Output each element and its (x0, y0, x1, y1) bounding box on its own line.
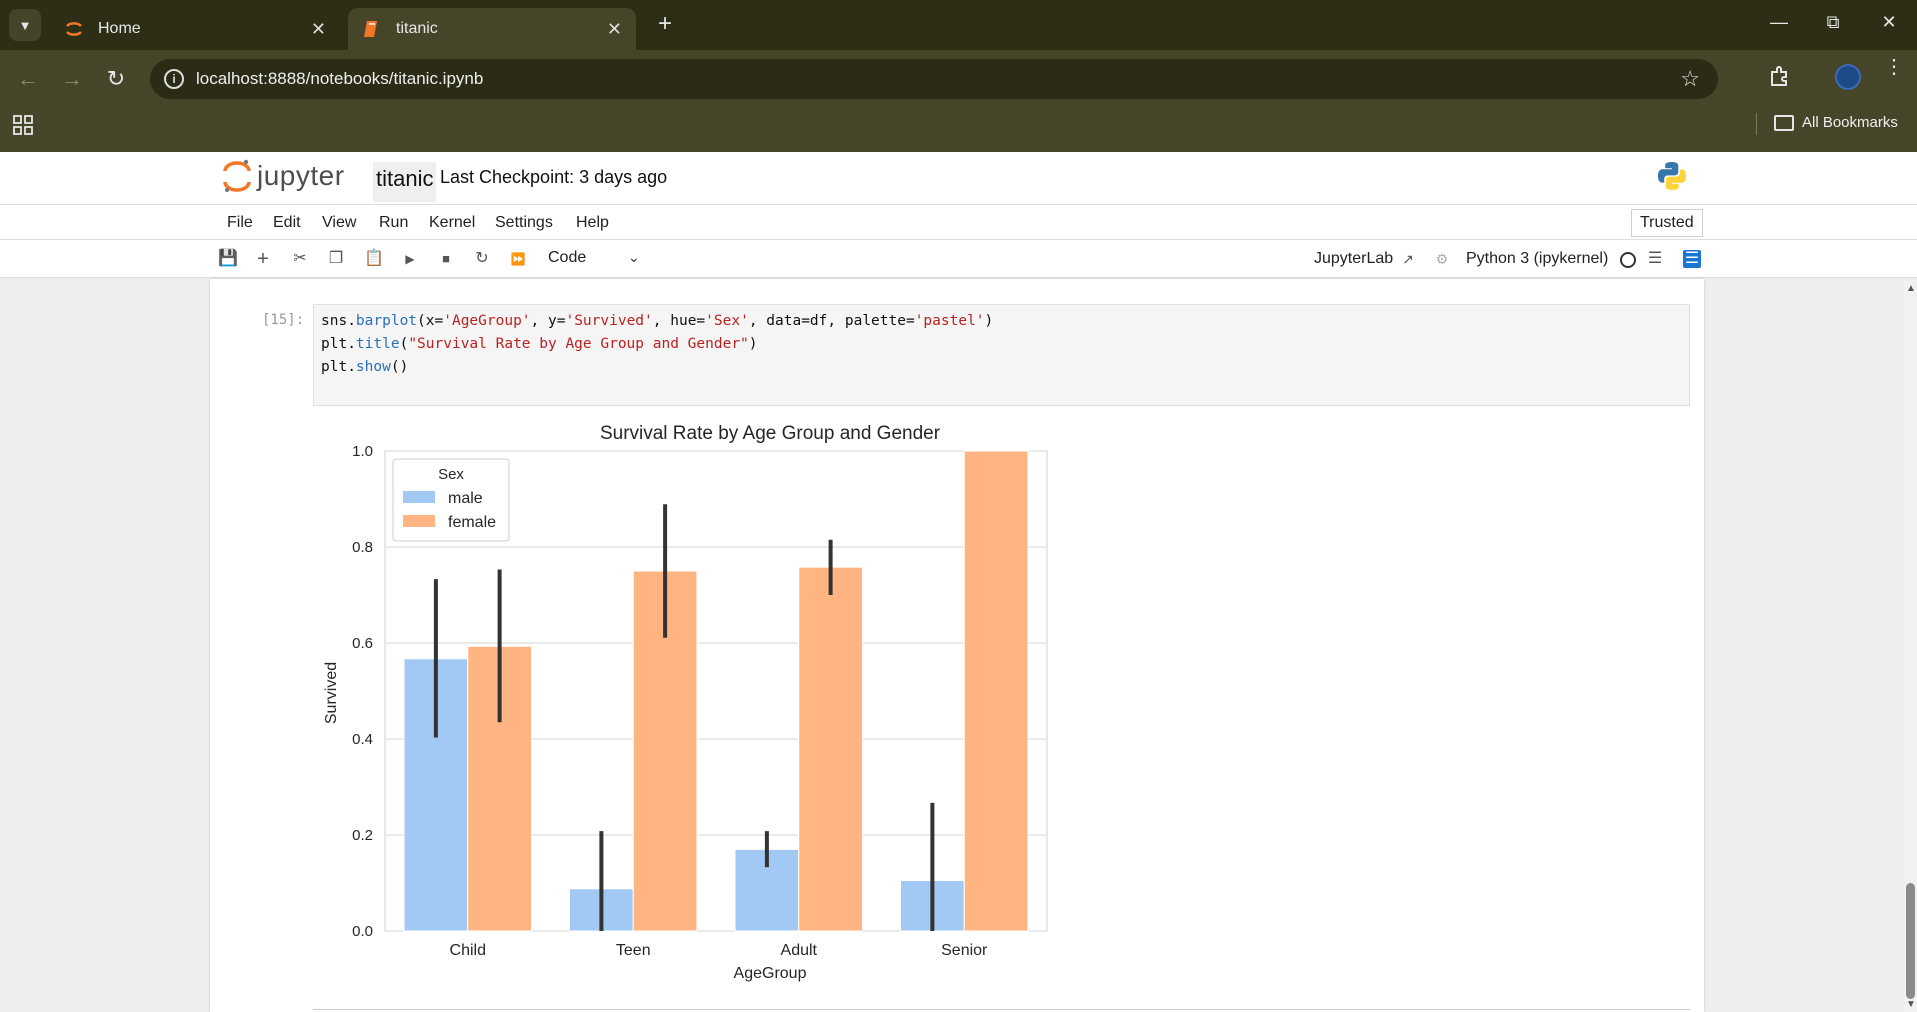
stop-icon[interactable]: ■ (437, 250, 455, 268)
survival-barplot: Survival Rate by Age Group and Gender 0.… (323, 423, 1048, 982)
scrollbar-thumb[interactable] (1906, 883, 1915, 999)
legend-label-male: male (448, 490, 483, 507)
kernel-status-icon (1620, 252, 1636, 268)
browser-tab-bar: ▼ Home ✕ titanic ✕ + — ⧉ ✕ (0, 0, 1917, 50)
tab-search-chevron-icon[interactable]: ▼ (9, 9, 41, 41)
y-tick-label: 0.4 (352, 731, 373, 748)
y-tick-label: 0.8 (352, 539, 373, 556)
x-tick-label: Senior (941, 942, 988, 959)
y-tick-label: 0.6 (352, 635, 373, 652)
url-text[interactable]: localhost:8888/notebooks/titanic.ipynb (196, 69, 483, 89)
menu-file[interactable]: File (227, 214, 253, 232)
code-line-1: sns.barplot(x='AgeGroup', y='Survived', … (321, 313, 994, 329)
last-checkpoint: Last Checkpoint: 3 days ago (440, 167, 668, 187)
notebook-tab-icon (364, 21, 377, 37)
back-icon[interactable]: ← (15, 67, 41, 91)
profile-avatar[interactable] (1835, 64, 1861, 90)
code-line-2: plt.title("Survival Rate by Age Group an… (321, 336, 758, 352)
legend-label-female: female (448, 514, 496, 531)
vertical-scrollbar[interactable]: ▲ ▼ (1904, 279, 1917, 1012)
y-tick-label: 0.2 (352, 827, 373, 844)
toc-icon[interactable]: ☰ (1646, 250, 1664, 268)
code-line-3: plt.show() (321, 359, 409, 375)
restart-icon[interactable]: ↻ (473, 250, 491, 268)
tab-home-label: Home (98, 20, 141, 37)
new-tab-icon[interactable]: + (652, 12, 678, 38)
debugger-icon[interactable]: ⚙ (1433, 250, 1451, 268)
copy-icon[interactable]: ❐ (327, 250, 345, 268)
chevron-down-icon[interactable]: ⌄ (628, 249, 640, 266)
external-link-icon[interactable]: ↗ (1399, 250, 1417, 268)
tab-titanic[interactable]: titanic ✕ (348, 8, 636, 50)
tab-titanic-label: titanic (396, 20, 438, 37)
restore-icon[interactable]: ⧉ (1818, 12, 1848, 33)
bookmarks-separator (1756, 113, 1757, 135)
notebook-title[interactable]: titanic (373, 162, 437, 202)
kernel-name[interactable]: Python 3 (ipykernel) (1466, 250, 1608, 268)
x-tick-label: Teen (616, 942, 651, 959)
forward-icon[interactable]: → (59, 67, 85, 91)
chart-title: Survival Rate by Age Group and Gender (600, 423, 941, 444)
menu-view[interactable]: View (322, 214, 356, 232)
tab-home[interactable]: Home ✕ (50, 8, 340, 50)
all-bookmarks-label: All Bookmarks (1802, 114, 1898, 131)
menu-edit[interactable]: Edit (273, 214, 301, 232)
address-bar[interactable]: i localhost:8888/notebooks/titanic.ipynb… (150, 59, 1718, 99)
close-icon[interactable]: ✕ (311, 19, 326, 40)
cell-prompt: [15]: (262, 312, 305, 328)
browser-menu-icon[interactable]: ⋮ (1884, 57, 1904, 77)
bookmarks-bar (0, 108, 1917, 152)
browser-toolbar: ← → ↻ i localhost:8888/notebooks/titanic… (0, 50, 1917, 108)
jupyter-logo[interactable]: jupyter (223, 158, 345, 194)
reload-icon[interactable]: ↻ (103, 67, 129, 91)
legend-title: Sex (438, 466, 464, 483)
menu-kernel[interactable]: Kernel (429, 214, 475, 232)
extensions-icon[interactable] (1768, 64, 1792, 88)
menu-settings[interactable]: Settings (495, 214, 553, 232)
scroll-up-icon[interactable]: ▲ (1906, 283, 1916, 294)
folder-icon (1774, 114, 1794, 131)
jupyter-menubar: File Edit View Run Kernel Settings Help … (0, 204, 1917, 240)
legend-swatch-male (403, 491, 435, 503)
notebook-toolbar: 💾 + ✂ ❐ 📋 ▶ ■ ↻ ⏩ Code ⌄ JupyterLab ↗ ⚙ … (0, 240, 1917, 278)
scroll-down-icon[interactable]: ▼ (1906, 999, 1916, 1010)
cell-type-select[interactable]: Code (548, 249, 586, 267)
menu-help[interactable]: Help (576, 214, 609, 232)
jupyter-wordmark: jupyter (257, 160, 345, 191)
trusted-indicator[interactable]: Trusted (1631, 209, 1703, 237)
bar-female-senior (963, 450, 1029, 932)
jupyter-header: jupyter titanic Last Checkpoint: 3 days … (0, 152, 1917, 204)
bar-female-adult (798, 566, 863, 932)
chart-legend: Sex male female (392, 458, 510, 542)
python-logo-icon (1658, 162, 1686, 190)
cut-icon[interactable]: ✂ (291, 250, 309, 268)
fast-forward-icon[interactable]: ⏩ (509, 250, 527, 268)
all-bookmarks-button[interactable]: All Bookmarks (1774, 114, 1898, 131)
x-tick-label: Child (450, 942, 486, 959)
site-info-icon[interactable]: i (164, 69, 184, 89)
bookmark-star-icon[interactable]: ☆ (1680, 66, 1700, 92)
minimize-icon[interactable]: — (1764, 12, 1794, 33)
window-close-icon[interactable]: ✕ (1874, 12, 1904, 33)
y-tick-label: 1.0 (352, 443, 373, 460)
code-cell[interactable]: sns.barplot(x='AgeGroup', y='Survived', … (313, 304, 1690, 406)
y-tick-label: 0.0 (352, 923, 373, 940)
y-axis-label: Survived (323, 662, 340, 724)
close-icon[interactable]: ✕ (607, 19, 622, 40)
apps-grid-icon[interactable] (13, 115, 33, 135)
jupyter-logo-icon (223, 159, 251, 192)
legend-swatch-female (403, 515, 435, 527)
menu-run[interactable]: Run (379, 214, 408, 232)
run-icon[interactable]: ▶ (401, 250, 419, 268)
insert-cell-icon[interactable]: + (254, 249, 272, 269)
save-icon[interactable]: 💾 (218, 250, 238, 268)
paste-icon[interactable]: 📋 (364, 250, 384, 268)
x-axis-label: AgeGroup (734, 965, 807, 982)
jupyter-tab-icon (66, 22, 82, 36)
property-inspector-icon[interactable]: ☰ (1683, 250, 1701, 268)
cell-divider (313, 1009, 1690, 1010)
jupyterlab-link[interactable]: JupyterLab (1314, 250, 1393, 268)
x-tick-label: Adult (781, 942, 818, 959)
